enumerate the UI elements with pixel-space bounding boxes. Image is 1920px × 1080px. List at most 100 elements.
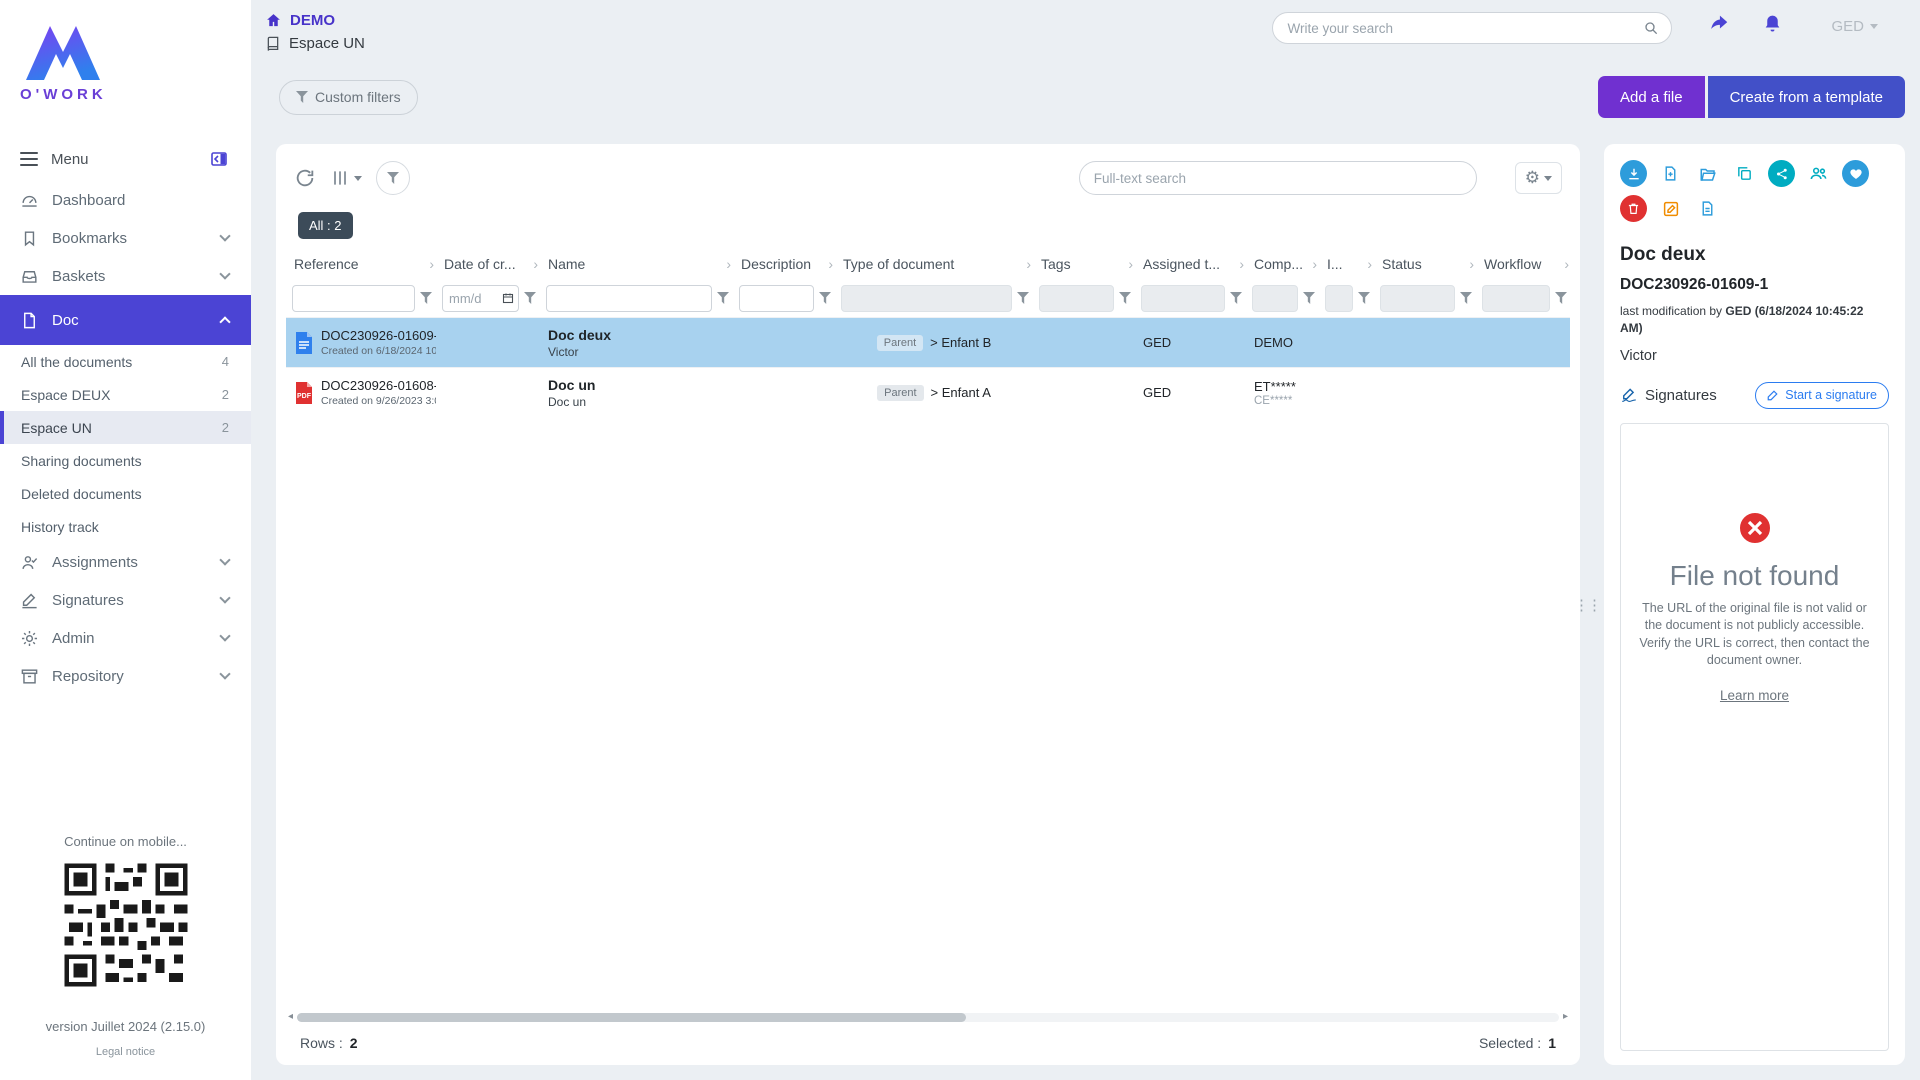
sidebar-item-sharing-documents[interactable]: Sharing documents	[0, 444, 251, 477]
global-search-input[interactable]	[1287, 21, 1643, 36]
funnel-icon[interactable]	[717, 292, 729, 304]
download-button[interactable]	[1620, 160, 1647, 187]
sort-icon[interactable]: ›	[1312, 256, 1317, 272]
table-settings-button[interactable]: ⚙	[1515, 162, 1562, 194]
workspace-title[interactable]: DEMO	[290, 12, 335, 29]
date-filter-input[interactable]	[449, 291, 500, 306]
sort-icon[interactable]: ›	[828, 256, 833, 272]
column-header: Reference›	[286, 249, 436, 279]
sidebar-item-all-documents[interactable]: All the documents 4	[0, 345, 251, 378]
sidebar-subitem-label: Espace UN	[21, 420, 92, 436]
favorite-button[interactable]	[1842, 160, 1869, 187]
fulltext-search-input[interactable]	[1094, 171, 1462, 186]
home-icon	[265, 12, 282, 29]
funnel-icon	[296, 91, 308, 103]
logo-text: O'WORK	[20, 86, 251, 103]
open-file-button[interactable]	[1694, 160, 1721, 187]
legal-notice-link[interactable]: Legal notice	[0, 1046, 251, 1058]
sidebar-item-label: Doc	[52, 312, 79, 329]
selected-count: 1	[1548, 1035, 1556, 1051]
start-signature-button[interactable]: Start a signature	[1755, 382, 1889, 409]
name-filter-input[interactable]	[546, 285, 712, 312]
edit-icon	[1662, 200, 1680, 218]
collapse-sidebar-icon[interactable]	[211, 151, 227, 167]
assignments-icon	[20, 553, 39, 572]
column-header: Date of cr...›	[436, 249, 540, 279]
sort-icon[interactable]: ›	[1367, 256, 1372, 272]
copy-button[interactable]	[1731, 160, 1758, 187]
sort-icon[interactable]: ›	[726, 256, 731, 272]
sidebar-item-baskets[interactable]: Baskets	[0, 257, 251, 295]
funnel-icon[interactable]	[1017, 292, 1029, 304]
sidebar-item-history-track[interactable]: History track	[0, 510, 251, 543]
table-row[interactable]: DOC230926-01609-1 Created on 6/18/2024 1…	[286, 317, 1570, 367]
new-version-button[interactable]	[1657, 160, 1684, 187]
sort-icon[interactable]: ›	[1239, 256, 1244, 272]
sidebar-item-espace-un[interactable]: Espace UN 2	[0, 411, 251, 444]
users-icon	[1809, 164, 1828, 183]
sort-icon[interactable]: ›	[1128, 256, 1133, 272]
filter-tab-all[interactable]: All : 2	[298, 212, 353, 239]
sidebar-item-repository[interactable]: Repository	[0, 657, 251, 695]
scrollbar-thumb[interactable]	[297, 1013, 966, 1022]
sidebar-item-doc[interactable]: Doc	[0, 295, 251, 345]
sort-icon[interactable]: ›	[1564, 256, 1569, 272]
table-row[interactable]: PDF DOC230926-01608-0 Created on 9/26/20…	[286, 367, 1570, 417]
document-created: Created on 9/26/2023 3:08:43 AM	[321, 395, 428, 407]
sidebar-item-signatures[interactable]: Signatures	[0, 581, 251, 619]
sidebar-item-label: Dashboard	[52, 192, 125, 209]
document-reference: DOC230926-01609-1	[321, 328, 428, 343]
funnel-icon[interactable]	[1555, 292, 1567, 304]
description-filter-input[interactable]	[739, 285, 814, 312]
sort-icon[interactable]: ›	[1469, 256, 1474, 272]
company: DEMO	[1254, 335, 1311, 350]
permissions-button[interactable]	[1805, 160, 1832, 187]
funnel-icon[interactable]	[1460, 292, 1472, 304]
sort-icon[interactable]: ›	[1026, 256, 1031, 272]
sidebar-item-espace-deux[interactable]: Espace DEUX 2	[0, 378, 251, 411]
scroll-left-arrow[interactable]: ◂	[288, 1012, 293, 1022]
user-menu[interactable]: GED	[1831, 12, 1878, 35]
funnel-icon[interactable]	[1358, 292, 1370, 304]
funnel-icon[interactable]	[819, 292, 831, 304]
share-forward-icon[interactable]	[1708, 12, 1730, 34]
sidebar-item-deleted-documents[interactable]: Deleted documents	[0, 477, 251, 510]
calendar-icon[interactable]	[502, 292, 514, 304]
scrollbar-track[interactable]	[297, 1013, 1559, 1022]
funnel-icon[interactable]	[1303, 292, 1315, 304]
columns-chooser-button[interactable]	[330, 168, 362, 188]
learn-more-link[interactable]: Learn more	[1720, 688, 1789, 703]
sort-icon[interactable]: ›	[533, 256, 538, 272]
filter-button[interactable]	[376, 161, 410, 195]
app-logo: O'WORK	[0, 0, 251, 103]
edit-button[interactable]	[1657, 195, 1684, 222]
sidebar-item-assignments[interactable]: Assignments	[0, 543, 251, 581]
sidebar-item-dashboard[interactable]: Dashboard	[0, 181, 251, 219]
sort-icon[interactable]: ›	[429, 256, 434, 272]
create-from-template-button[interactable]: Create from a template	[1708, 76, 1905, 118]
sidebar-item-admin[interactable]: Admin	[0, 619, 251, 657]
delete-button[interactable]	[1620, 195, 1647, 222]
actions-row: Custom filters Add a file Create from a …	[251, 76, 1920, 118]
hamburger-icon[interactable]	[20, 152, 38, 166]
funnel-icon[interactable]	[1119, 292, 1131, 304]
refresh-button[interactable]	[294, 167, 316, 189]
share-button[interactable]	[1768, 160, 1795, 187]
reference-filter-input[interactable]	[292, 285, 415, 312]
sidebar-item-label: Baskets	[52, 268, 105, 285]
signatures-label: Signatures	[1645, 387, 1717, 404]
funnel-icon[interactable]	[524, 292, 536, 304]
custom-filters-button[interactable]: Custom filters	[279, 80, 418, 115]
scroll-right-arrow[interactable]: ▸	[1563, 1012, 1568, 1022]
funnel-icon[interactable]	[1230, 292, 1242, 304]
bell-icon[interactable]	[1762, 13, 1783, 34]
chevron-down-icon	[354, 176, 362, 181]
document-icon	[20, 311, 39, 330]
panel-resize-handle[interactable]: ⋮⋮	[1580, 144, 1594, 1065]
add-file-button[interactable]: Add a file	[1598, 76, 1705, 118]
sidebar-item-bookmarks[interactable]: Bookmarks	[0, 219, 251, 257]
funnel-icon[interactable]	[420, 292, 432, 304]
search-icon[interactable]	[1643, 20, 1659, 36]
space-title: Espace UN	[289, 35, 365, 52]
notes-button[interactable]	[1694, 195, 1721, 222]
